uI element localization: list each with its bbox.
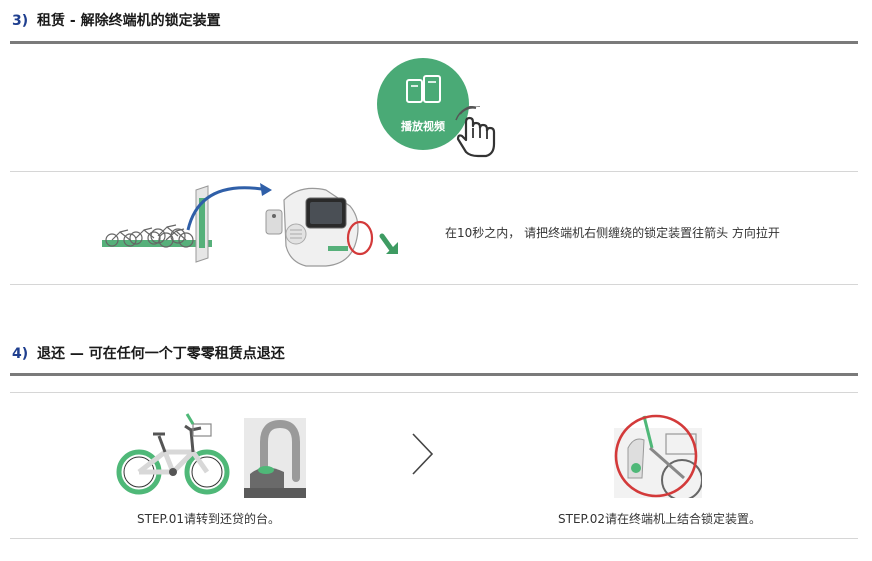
section-4-number: 4)	[12, 346, 29, 362]
step-bottom-divider	[10, 538, 858, 539]
step-2-caption: STEP.02请在终端机上结合锁定装置。	[558, 512, 761, 526]
bicycle-image	[116, 413, 230, 495]
section-4-heading: 退还 — 可在任何一个丁零零租赁点退还	[37, 346, 285, 362]
section-3-bottom-divider	[10, 284, 858, 285]
pointer-hand-icon	[455, 106, 496, 158]
unlock-instruction: 在10秒之内， 请把终端机右侧缠绕的锁定装置往箭头 方向拉开	[445, 226, 780, 240]
step-top-divider	[10, 392, 858, 393]
section-3-heading: 租赁 - 解除终端机的锁定装置	[37, 13, 221, 29]
documents-icon	[406, 75, 441, 103]
step-1-caption: STEP.01请转到还贷的台。	[137, 512, 280, 526]
section-3-divider	[10, 41, 858, 44]
dock-lock-image	[614, 414, 702, 498]
section-4-title: 4) 退还 — 可在任何一个丁零零租赁点退还	[12, 343, 285, 363]
section-4-divider	[10, 373, 858, 376]
chevron-right-icon	[412, 433, 434, 475]
section-3-number: 3)	[12, 13, 29, 29]
dock-post-image	[244, 418, 306, 498]
section-3-title: 3) 租赁 - 解除终端机的锁定装置	[12, 10, 221, 30]
station-terminal-illustration	[102, 183, 398, 267]
video-divider	[10, 171, 858, 172]
